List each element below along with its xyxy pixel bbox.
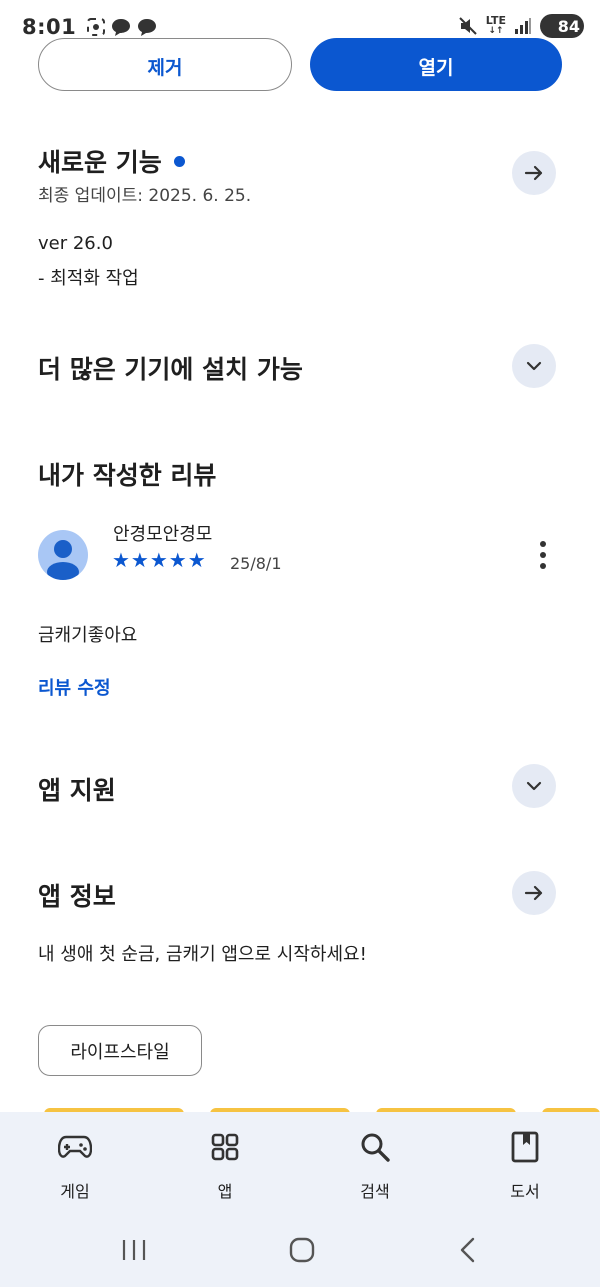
bottom-navigation: 게임 앱 검색 도서 (0, 1112, 600, 1217)
my-review-title: 내가 작성한 리뷰 (38, 461, 217, 490)
new-indicator-dot (173, 155, 185, 167)
home-button[interactable] (288, 1236, 316, 1268)
nav-item-search[interactable]: 검색 (300, 1112, 450, 1217)
status-time: 8:01 (22, 15, 77, 39)
gamepad-icon (58, 1130, 92, 1164)
app-info-title: 앱 정보 (38, 882, 116, 911)
whats-new-arrow-button[interactable] (512, 151, 556, 195)
version-text: ver 26.0 (38, 233, 113, 254)
rating-stars: ★★★★★ (112, 548, 207, 572)
nav-item-games[interactable]: 게임 (0, 1112, 150, 1217)
last-updated-date: 최종 업데이트: 2025. 6. 25. (38, 186, 252, 206)
system-navigation-bar (0, 1217, 600, 1287)
status-right-icons: LTE ↓↑ 84 (458, 14, 584, 38)
apps-grid-icon (208, 1130, 242, 1164)
book-icon (508, 1130, 542, 1164)
nav-item-books[interactable]: 도서 (450, 1112, 600, 1217)
app-info-arrow-button[interactable] (512, 871, 556, 915)
open-button[interactable]: 열기 (310, 38, 562, 91)
review-date: 25/8/1 (230, 554, 282, 573)
whats-new-header[interactable]: 새로운 기능 (38, 143, 185, 179)
edit-review-link[interactable]: 리뷰 수정 (38, 674, 111, 700)
app-description: 내 생애 첫 순금, 금캐기 앱으로 시작하세요! (38, 944, 367, 965)
back-icon (461, 1237, 475, 1263)
home-icon (289, 1237, 315, 1263)
lte-indicator: LTE ↓↑ (485, 14, 506, 36)
release-note: - 최적화 작업 (38, 268, 139, 289)
more-devices-title: 더 많은 기기에 설치 가능 (38, 355, 303, 384)
screenshot-icon (87, 18, 106, 36)
app-support-title: 앱 지원 (38, 776, 116, 805)
star-rating: ★★★★★ (112, 549, 207, 571)
arrow-right-icon (524, 885, 543, 901)
chevron-down-icon (526, 361, 542, 371)
mute-icon (459, 17, 477, 35)
status-notification-icons (86, 17, 158, 37)
more-devices-expand-button[interactable] (512, 344, 556, 388)
battery-indicator: 84 (540, 14, 584, 38)
search-icon (358, 1130, 392, 1164)
review-text: 금캐기좋아요 (38, 625, 138, 646)
nav-label-apps: 앱 (217, 1182, 233, 1201)
nav-label-search: 검색 (360, 1182, 390, 1201)
battery-level: 84 (557, 16, 580, 36)
chat-bubble-icon-2 (138, 19, 157, 36)
nav-item-apps[interactable]: 앱 (150, 1112, 300, 1217)
back-button[interactable] (457, 1236, 479, 1268)
reviewer-avatar (38, 530, 88, 580)
nav-label-games: 게임 (60, 1182, 90, 1201)
recent-apps-icon (122, 1240, 145, 1260)
uninstall-button[interactable]: 제거 (38, 38, 292, 91)
category-chip[interactable]: 라이프스타일 (38, 1025, 202, 1076)
signal-icon (515, 18, 531, 34)
recent-apps-button[interactable] (121, 1238, 147, 1266)
chat-bubble-icon (112, 19, 131, 36)
reviewer-name: 안경모안경모 (113, 524, 213, 545)
arrow-right-icon (524, 165, 543, 181)
app-action-buttons: 제거 열기 (38, 38, 562, 91)
app-support-expand-button[interactable] (512, 764, 556, 808)
whats-new-title: 새로운 기능 (38, 148, 162, 177)
chevron-down-icon (526, 781, 542, 791)
more-options-icon[interactable] (533, 541, 553, 569)
nav-label-books: 도서 (510, 1182, 540, 1201)
person-icon (47, 540, 79, 580)
